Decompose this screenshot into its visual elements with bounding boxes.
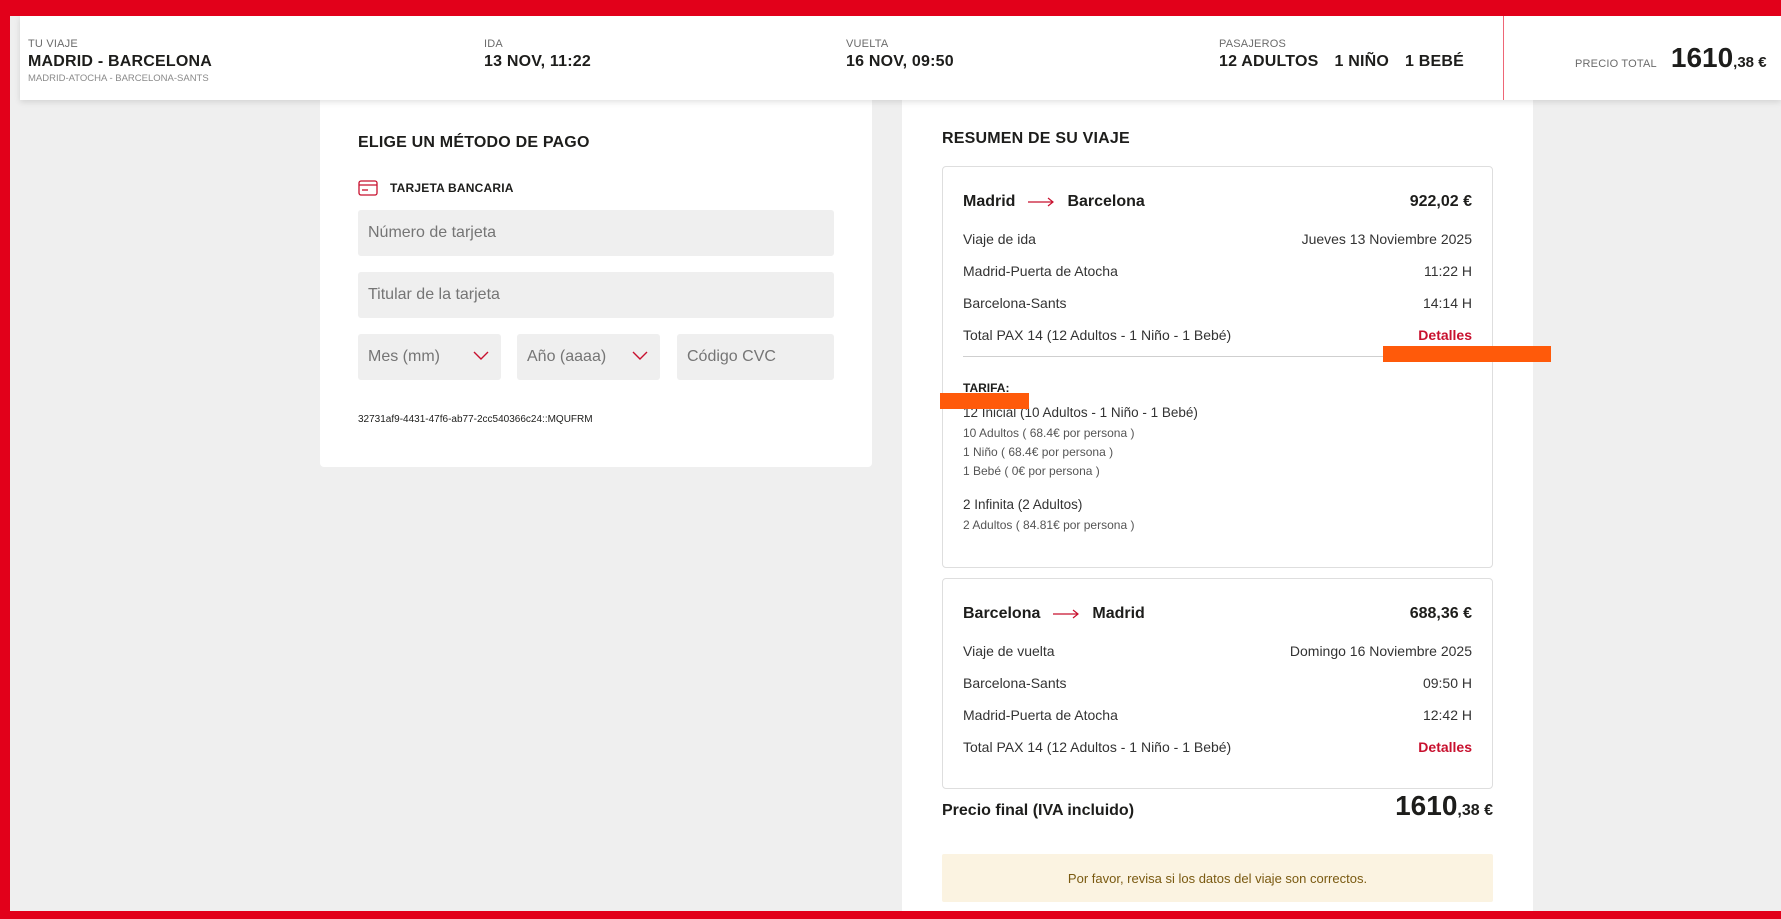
outbound-route: Madrid Barcelona <box>963 193 1145 211</box>
outbound-details-link[interactable]: Detalles <box>1418 327 1472 343</box>
payment-method-card: ELIGE UN MÉTODO DE PAGO TARJETA BANCARIA… <box>320 100 872 467</box>
bank-card-option[interactable]: TARJETA BANCARIA <box>358 180 514 196</box>
final-price-integer: 1610 <box>1395 790 1458 821</box>
total-price-amount: 1610,38 € <box>1671 42 1767 74</box>
return-route: Barcelona Madrid <box>963 605 1145 623</box>
outbound-date-row: Viaje de ida Jueves 13 Noviembre 2025 <box>963 231 1472 247</box>
cvc-input[interactable]: Código CVC <box>677 334 834 380</box>
card-number-input[interactable]: Número de tarjeta <box>358 210 834 256</box>
window-frame-top <box>0 0 1781 16</box>
return-origin: Barcelona-Sants <box>963 675 1067 691</box>
outbound-date: Jueves 13 Noviembre 2025 <box>1301 231 1472 247</box>
total-price-integer: 1610 <box>1670 42 1734 73</box>
outbound-trip-box: Madrid Barcelona 922,02 € Viaje de ida J… <box>942 166 1493 568</box>
annotation-highlight-details <box>1383 346 1551 362</box>
chevron-down-icon <box>632 351 648 360</box>
final-price-decimal: ,38 € <box>1457 802 1493 819</box>
passengers-values: 12 ADULTOS 1 NIÑO 1 BEBÉ <box>1219 53 1464 71</box>
summary-title: RESUMEN DE SU VIAJE <box>942 130 1130 147</box>
return-details-link[interactable]: Detalles <box>1418 739 1472 755</box>
payment-title: ELIGE UN MÉTODO DE PAGO <box>358 134 590 151</box>
return-pax-row: Total PAX 14 (12 Adultos - 1 Niño - 1 Be… <box>963 739 1472 755</box>
outbound-from: Madrid <box>963 193 1016 210</box>
outbound-origin-row: Madrid-Puerta de Atocha 11:22 H <box>963 263 1472 279</box>
return-destination-time: 12:42 H <box>1422 707 1472 723</box>
return-date-row: Viaje de vuelta Domingo 16 Noviembre 202… <box>963 643 1472 659</box>
arrow-right-icon <box>1053 609 1080 619</box>
return-type-label: Viaje de vuelta <box>963 643 1055 659</box>
year-placeholder: Año (aaaa) <box>527 348 607 365</box>
ida-label: IDA <box>484 38 503 50</box>
pax-baby: 1 BEBÉ <box>1405 53 1465 70</box>
fare-infinita-adults: 2 Adultos ( 84.81€ por persona ) <box>963 518 1135 532</box>
return-pax-total: Total PAX 14 (12 Adultos - 1 Niño - 1 Be… <box>963 739 1232 755</box>
session-token: 32731af9-4431-47f6-ab77-2cc540366c24::MQ… <box>358 414 593 425</box>
trip-label: TU VIAJE <box>28 38 78 50</box>
ida-value: 13 NOV, 11:22 <box>484 53 591 70</box>
return-to: Madrid <box>1092 605 1145 622</box>
vuelta-value: 16 NOV, 09:50 <box>846 53 954 70</box>
outbound-destination-time: 14:14 H <box>1422 295 1472 311</box>
trip-stations: MADRID-ATOCHA - BARCELONA-SANTS <box>28 73 209 84</box>
review-notice: Por favor, revisa si los datos del viaje… <box>942 854 1493 902</box>
passengers-label: PASAJEROS <box>1219 38 1287 50</box>
outbound-price: 922,02 € <box>1409 193 1472 210</box>
total-price-decimal: ,38 € <box>1733 54 1767 71</box>
trip-block: TU VIAJE MADRID - BARCELONA MADRID-ATOCH… <box>28 38 212 84</box>
card-holder-placeholder: Titular de la tarjeta <box>368 286 500 303</box>
return-destination-row: Madrid-Puerta de Atocha 12:42 H <box>963 707 1472 723</box>
outbound-destination-row: Barcelona-Sants 14:14 H <box>963 295 1472 311</box>
arrow-right-icon <box>1028 197 1055 207</box>
return-date: Domingo 16 Noviembre 2025 <box>1289 643 1472 659</box>
return-from: Barcelona <box>963 605 1041 622</box>
card-number-placeholder: Número de tarjeta <box>368 224 497 241</box>
outbound-origin: Madrid-Puerta de Atocha <box>963 263 1118 279</box>
card-holder-input[interactable]: Titular de la tarjeta <box>358 272 834 318</box>
pax-child: 1 NIÑO <box>1334 53 1390 70</box>
return-trip-box: Barcelona Madrid 688,36 € Viaje de vuelt… <box>942 578 1493 789</box>
credit-card-icon <box>358 180 378 196</box>
outbound-type-label: Viaje de ida <box>963 231 1036 247</box>
cvc-placeholder: Código CVC <box>687 348 776 365</box>
return-destination: Madrid-Puerta de Atocha <box>963 707 1118 723</box>
month-placeholder: Mes (mm) <box>368 348 440 365</box>
vuelta-label: VUELTA <box>846 38 889 50</box>
total-price-label: PRECIO TOTAL <box>1575 58 1657 70</box>
return-origin-time: 09:50 H <box>1422 675 1472 691</box>
vuelta-block: VUELTA 16 NOV, 09:50 <box>846 38 954 71</box>
fare-inicial-baby: 1 Bebé ( 0€ por persona ) <box>963 464 1100 478</box>
expiry-year-select[interactable]: Año (aaaa) <box>517 334 660 380</box>
fare-infinita: 2 Infinita (2 Adultos) <box>963 497 1083 512</box>
outbound-to: Barcelona <box>1067 193 1145 210</box>
bank-card-label: TARJETA BANCARIA <box>390 181 514 195</box>
final-price-amount: 1610,38 € <box>1395 790 1493 822</box>
final-price-row: Precio final (IVA incluido) 1610,38 € <box>942 790 1493 822</box>
ida-block: IDA 13 NOV, 11:22 <box>484 38 591 71</box>
trip-header: TU VIAJE MADRID - BARCELONA MADRID-ATOCH… <box>20 16 1781 100</box>
annotation-highlight-tarifa <box>940 393 1029 409</box>
trip-summary: RESUMEN DE SU VIAJE Madrid Barcelona 922… <box>902 100 1533 911</box>
outbound-pax-total: Total PAX 14 (12 Adultos - 1 Niño - 1 Be… <box>963 327 1232 343</box>
final-price-label: Precio final (IVA incluido) <box>942 802 1135 819</box>
outbound-pax-row: Total PAX 14 (12 Adultos - 1 Niño - 1 Be… <box>963 327 1472 343</box>
return-origin-row: Barcelona-Sants 09:50 H <box>963 675 1472 691</box>
fare-inicial-child: 1 Niño ( 68.4€ por persona ) <box>963 445 1114 459</box>
return-price: 688,36 € <box>1409 605 1472 622</box>
fare-inicial-adults: 10 Adultos ( 68.4€ por persona ) <box>963 426 1135 440</box>
passengers-block: PASAJEROS 12 ADULTOS 1 NIÑO 1 BEBÉ <box>1219 38 1464 71</box>
total-price[interactable]: PRECIO TOTAL 1610,38 € <box>1575 42 1767 74</box>
pax-adults: 12 ADULTOS <box>1219 53 1319 70</box>
outbound-origin-time: 11:22 H <box>1424 263 1472 279</box>
header-divider <box>1503 16 1504 100</box>
trip-route: MADRID - BARCELONA <box>28 53 213 70</box>
expiry-month-select[interactable]: Mes (mm) <box>358 334 501 380</box>
chevron-down-icon <box>473 351 489 360</box>
outbound-destination: Barcelona-Sants <box>963 295 1067 311</box>
